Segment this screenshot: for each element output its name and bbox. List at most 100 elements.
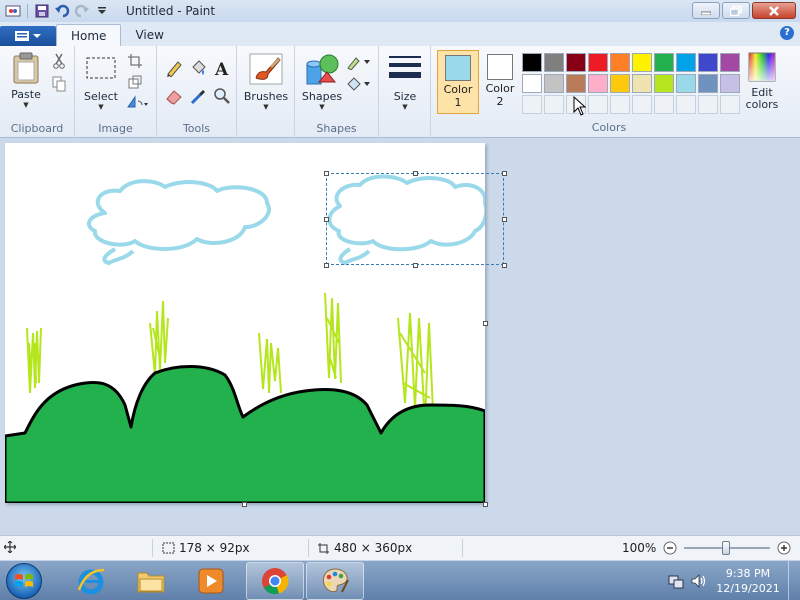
custom-color-slot[interactable] [720, 95, 740, 114]
color-picker-icon[interactable] [188, 86, 208, 106]
network-icon[interactable] [668, 573, 684, 589]
palette-color-swatch[interactable] [632, 53, 652, 72]
copy-icon[interactable] [49, 74, 69, 94]
selection-handle-e[interactable] [502, 217, 507, 222]
color1-swatch [445, 55, 471, 81]
selection-rectangle[interactable] [326, 173, 504, 265]
color2-button[interactable]: Color 2 [479, 50, 521, 114]
palette-color-swatch[interactable] [676, 53, 696, 72]
palette-color-swatch[interactable] [522, 74, 542, 93]
chevron-down-icon: ▼ [319, 103, 325, 111]
selection-handle-ne[interactable] [502, 171, 507, 176]
canvas-size-text: 480 × 360px [334, 541, 413, 555]
ribbon: Paste ▼ Clipboard Select ▼ Image A Tools… [0, 46, 800, 138]
media-player-icon [198, 568, 224, 594]
custom-color-slot[interactable] [654, 95, 674, 114]
palette-color-swatch[interactable] [632, 74, 652, 93]
custom-color-slot[interactable] [588, 95, 608, 114]
customize-qat-icon[interactable] [93, 2, 111, 20]
palette-color-swatch[interactable] [654, 74, 674, 93]
taskbar-media-player[interactable] [182, 562, 240, 600]
zoom-slider-thumb[interactable] [722, 541, 731, 555]
edit-colors-button[interactable]: Edit colors [743, 52, 781, 111]
palette-color-swatch[interactable] [610, 53, 630, 72]
palette-color-swatch[interactable] [698, 74, 718, 93]
help-icon[interactable]: ? [780, 26, 794, 40]
zoom-slider[interactable] [684, 541, 771, 555]
zoom-controls: 100% [622, 541, 791, 555]
palette-color-swatch[interactable] [676, 74, 696, 93]
fill-icon[interactable] [345, 74, 373, 94]
crop-icon[interactable] [125, 51, 145, 71]
palette-color-swatch[interactable] [654, 53, 674, 72]
close-button[interactable] [752, 2, 796, 19]
custom-color-slot[interactable] [610, 95, 630, 114]
text-tool-icon[interactable]: A [212, 58, 232, 78]
show-desktop-button[interactable] [788, 561, 800, 600]
canvas-resize-handle-se[interactable] [483, 502, 488, 507]
resize-icon[interactable] [125, 72, 145, 92]
canvas-resize-handle-s[interactable] [242, 502, 247, 507]
custom-color-slot[interactable] [544, 95, 564, 114]
selection-handle-n[interactable] [413, 171, 418, 176]
palette-color-swatch[interactable] [698, 53, 718, 72]
selection-handle-se[interactable] [502, 263, 507, 268]
palette-color-swatch[interactable] [610, 74, 630, 93]
zoom-in-icon[interactable] [777, 541, 791, 555]
palette-color-swatch[interactable] [588, 53, 608, 72]
minimize-button[interactable] [692, 2, 720, 19]
palette-color-swatch[interactable] [566, 74, 586, 93]
custom-color-slot[interactable] [522, 95, 542, 114]
redo-icon[interactable] [73, 2, 91, 20]
taskbar-chrome[interactable] [246, 562, 304, 600]
undo-icon[interactable] [53, 2, 71, 20]
tab-home[interactable]: Home [56, 24, 122, 46]
cursor-position-icon [4, 541, 16, 553]
custom-color-slot[interactable] [698, 95, 718, 114]
eraser-icon[interactable] [164, 86, 184, 106]
brushes-button[interactable]: Brushes ▼ [243, 52, 289, 111]
volume-icon[interactable] [690, 573, 706, 589]
restore-button[interactable] [722, 2, 750, 19]
pencil-icon[interactable] [164, 58, 184, 78]
selection-handle-nw[interactable] [324, 171, 329, 176]
custom-color-slot[interactable] [676, 95, 696, 114]
taskbar-internet-explorer[interactable] [62, 562, 120, 600]
palette-color-swatch[interactable] [588, 74, 608, 93]
selection-handle-s[interactable] [413, 263, 418, 268]
rotate-icon[interactable] [125, 92, 151, 112]
start-button[interactable] [6, 563, 42, 599]
fill-bucket-icon[interactable] [188, 58, 208, 78]
taskbar-paint[interactable] [306, 562, 364, 600]
chevron-down-icon: ▼ [23, 101, 29, 109]
canvas-resize-handle-e[interactable] [483, 321, 488, 326]
cut-icon[interactable] [49, 51, 69, 71]
select-button[interactable]: Select ▼ [83, 54, 119, 111]
shapes-button[interactable]: Shapes ▼ [301, 52, 343, 111]
palette-color-swatch[interactable] [522, 53, 542, 72]
paste-button[interactable]: Paste ▼ [6, 52, 46, 109]
palette-color-swatch[interactable] [544, 53, 564, 72]
selection-handle-w[interactable] [324, 217, 329, 222]
palette-color-swatch[interactable] [720, 74, 740, 93]
zoom-out-icon[interactable] [663, 541, 677, 555]
shapes-label: Shapes [301, 90, 343, 103]
palette-color-swatch[interactable] [566, 53, 586, 72]
magnifier-icon[interactable] [212, 86, 232, 106]
size-button[interactable]: Size ▼ [387, 54, 423, 111]
color1-button[interactable]: Color 1 [437, 50, 479, 114]
outline-icon[interactable] [345, 52, 373, 72]
drawing-canvas[interactable] [3, 143, 507, 505]
selection-handle-sw[interactable] [324, 263, 329, 268]
custom-color-slot[interactable] [632, 95, 652, 114]
paint-menu-button[interactable] [0, 26, 56, 46]
palette-color-swatch[interactable] [544, 74, 564, 93]
save-icon[interactable] [33, 2, 51, 20]
tab-view[interactable]: View [121, 24, 177, 46]
paint-app-menu-icon[interactable] [4, 2, 22, 20]
taskbar-file-explorer[interactable] [122, 562, 180, 600]
palette-color-swatch[interactable] [720, 53, 740, 72]
taskbar-clock[interactable]: 9:38 PM 12/19/2021 [714, 566, 782, 596]
image-group-label: Image [98, 122, 133, 135]
canvas-workspace[interactable] [0, 139, 800, 535]
